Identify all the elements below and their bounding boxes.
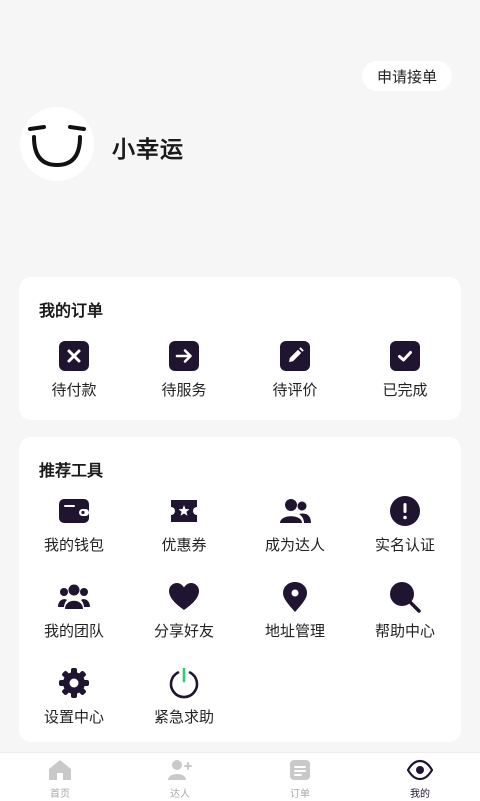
user-nickname: 小幸运: [112, 137, 184, 163]
eye-icon: [360, 759, 480, 783]
document-icon: [240, 759, 360, 783]
tab-experts[interactable]: 达人: [120, 753, 240, 801]
order-label: 已完成: [382, 381, 428, 399]
order-completed[interactable]: 已完成: [350, 339, 460, 400]
tool-help-center[interactable]: 帮助中心: [350, 580, 460, 641]
order-label: 待付款: [51, 381, 97, 399]
tab-mine[interactable]: 我的: [360, 753, 480, 801]
tools-title: 推荐工具: [39, 461, 104, 480]
tool-become-expert[interactable]: 成为达人: [240, 494, 350, 555]
tab-label: 订单: [290, 789, 310, 800]
tool-label: 我的团队: [43, 622, 104, 640]
tool-label: 分享好友: [153, 622, 214, 640]
team-icon: [57, 580, 91, 614]
add-user-icon: [120, 759, 240, 783]
order-pending-review[interactable]: 待评价: [240, 339, 350, 400]
tool-label: 优惠券: [161, 536, 207, 554]
tool-label: 地址管理: [264, 622, 325, 640]
my-orders-title: 我的订单: [39, 301, 104, 320]
tool-address-management[interactable]: 地址管理: [240, 580, 350, 641]
bottom-tab-bar: 首页 达人 订单 我的: [0, 752, 480, 801]
tool-label: 帮助中心: [374, 622, 435, 640]
my-orders-card: 我的订单 待付款 待服务 待评价 已完成: [19, 277, 461, 420]
avatar[interactable]: [20, 107, 94, 181]
close-square-icon: [57, 339, 91, 373]
alert-circle-icon: [388, 494, 422, 528]
arrow-right-square-icon: [167, 339, 201, 373]
recommended-tools-card: 推荐工具 我的钱包 优惠券 成为达人 实名认证 我的团队 分享好友 地址管理 帮…: [19, 437, 461, 742]
tool-label: 成为达人: [264, 536, 325, 554]
heart-icon: [167, 580, 201, 614]
tool-label: 我的钱包: [43, 536, 104, 554]
check-square-icon: [388, 339, 422, 373]
gear-icon: [57, 666, 91, 700]
tab-orders[interactable]: 订单: [240, 753, 360, 801]
apply-order-button[interactable]: 申请接单: [362, 61, 452, 91]
smiley-avatar-icon: [28, 125, 86, 168]
order-pending-payment[interactable]: 待付款: [19, 339, 129, 400]
tool-real-name-verify[interactable]: 实名认证: [350, 494, 460, 555]
tab-label: 首页: [50, 789, 70, 800]
tab-label: 达人: [170, 789, 190, 800]
tool-share-friends[interactable]: 分享好友: [129, 580, 239, 641]
order-pending-service[interactable]: 待服务: [129, 339, 239, 400]
tab-label: 我的: [410, 789, 430, 800]
tool-label: 设置中心: [43, 708, 104, 726]
tool-emergency-help[interactable]: 紧急求助: [129, 666, 239, 727]
tool-settings-center[interactable]: 设置中心: [19, 666, 129, 727]
power-icon: [167, 666, 201, 700]
order-label: 待评价: [272, 381, 318, 399]
pencil-square-icon: [278, 339, 312, 373]
home-icon: [0, 759, 120, 783]
coupon-icon: [167, 494, 201, 528]
users-icon: [278, 494, 312, 528]
wallet-icon: [57, 494, 91, 528]
location-pin-icon: [278, 580, 312, 614]
order-label: 待服务: [161, 381, 207, 399]
search-icon: [388, 580, 422, 614]
tool-coupon[interactable]: 优惠券: [129, 494, 239, 555]
tab-home[interactable]: 首页: [0, 753, 120, 801]
tool-label: 紧急求助: [153, 708, 214, 726]
tool-my-wallet[interactable]: 我的钱包: [19, 494, 129, 555]
tool-label: 实名认证: [374, 536, 435, 554]
tool-my-team[interactable]: 我的团队: [19, 580, 129, 641]
